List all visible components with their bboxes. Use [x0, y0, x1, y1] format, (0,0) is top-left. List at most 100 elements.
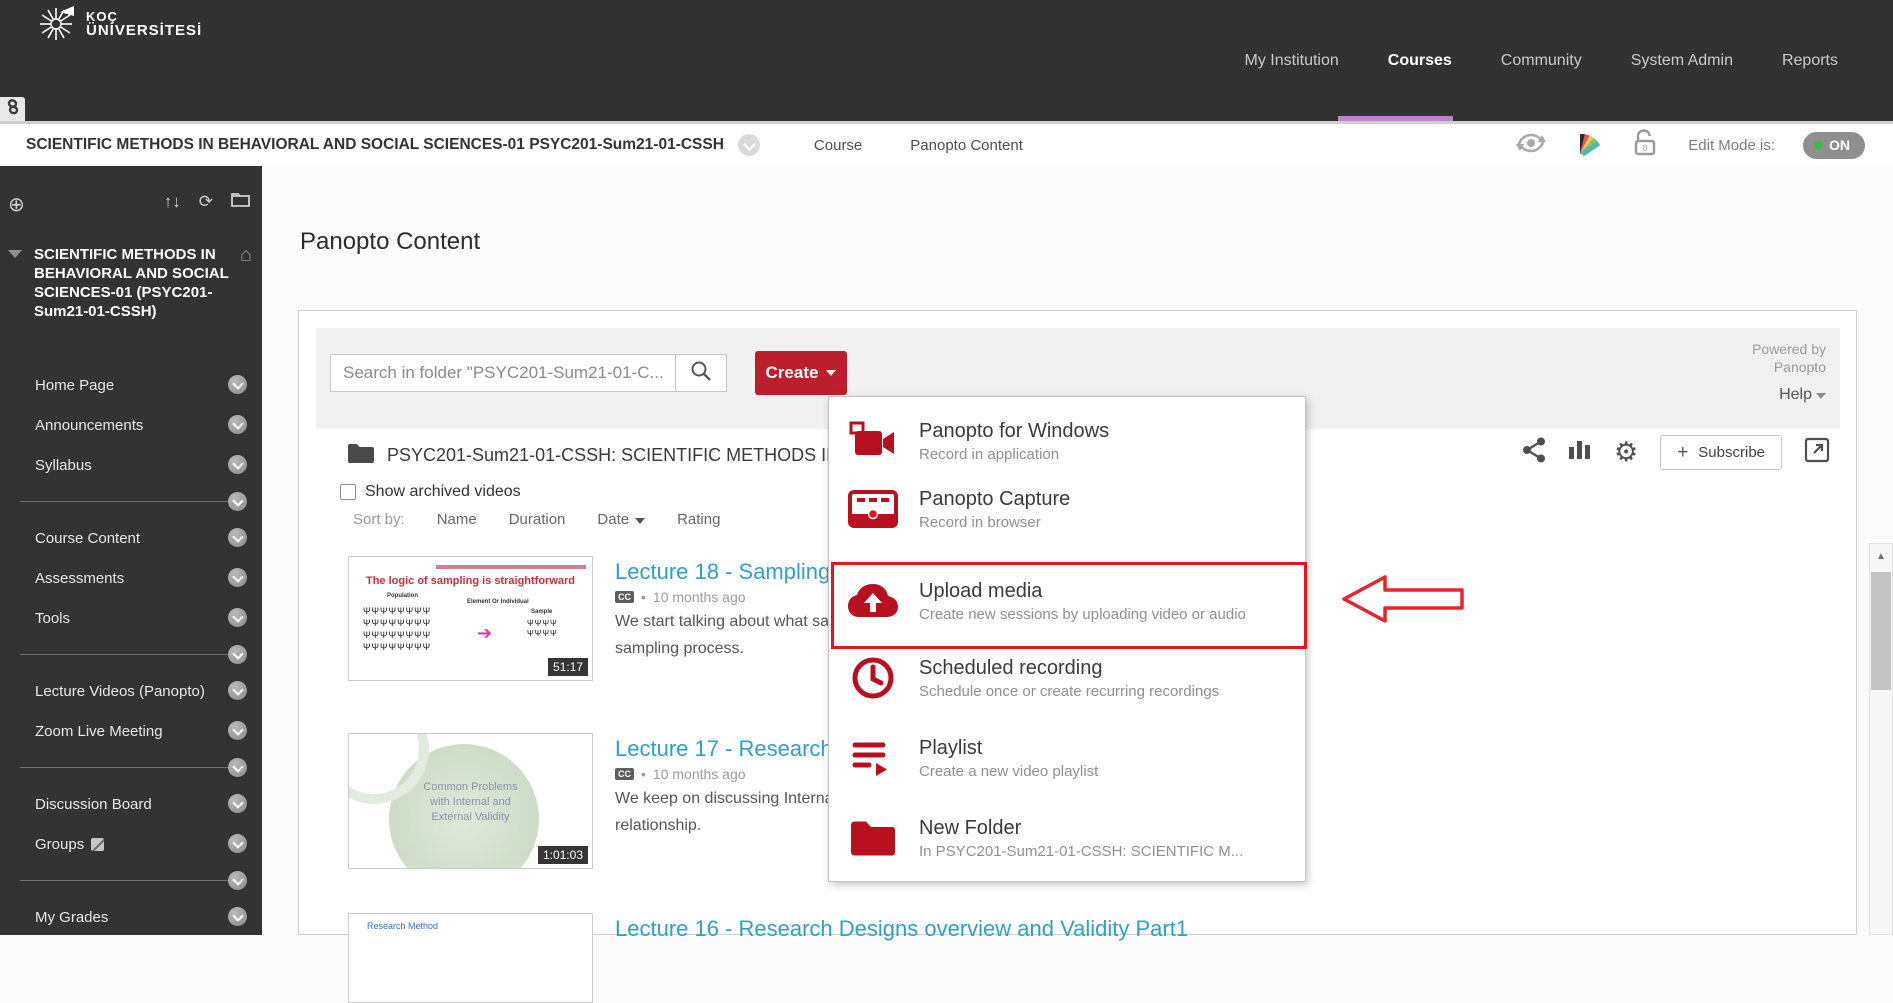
current-folder-header[interactable]: PSYC201-Sum21-01-CSSH: SCIENTIFIC METHOD…: [348, 443, 839, 468]
create-button[interactable]: Create: [755, 351, 847, 395]
stats-bar-chart-icon[interactable]: [1568, 437, 1592, 468]
sort-by-name[interactable]: Name: [437, 511, 477, 528]
add-menu-item-icon[interactable]: ⊕: [8, 192, 25, 217]
captions-badge: CC: [615, 768, 634, 780]
video-title-link[interactable]: Lecture 18 - Sampling: [615, 559, 830, 585]
chain-link-icon: [6, 99, 20, 120]
sidebar-item-announcements[interactable]: Announcements: [0, 405, 262, 445]
breadcrumb: SCIENTIFIC METHODS IN BEHAVIORAL AND SOC…: [26, 124, 1023, 166]
edit-mode-label: Edit Mode is:: [1688, 137, 1775, 154]
nav-tab-reports[interactable]: Reports: [1782, 52, 1838, 70]
divider-chevron-icon[interactable]: [228, 758, 247, 777]
breadcrumb-course-title: SCIENTIFIC METHODS IN BEHAVIORAL AND SOC…: [26, 136, 724, 154]
sidebar-item-discussion-board[interactable]: Discussion Board: [0, 784, 262, 824]
item-chevron-icon[interactable]: [228, 415, 247, 434]
menu-divider: [0, 638, 262, 671]
breadcrumb-expand-icon[interactable]: [738, 134, 760, 156]
menu-divider: [0, 864, 262, 897]
share-icon[interactable]: [1522, 437, 1546, 468]
nav-tab-system-admin[interactable]: System Admin: [1631, 52, 1733, 70]
menu-item-new-folder[interactable]: New Folder In PSYC201-Sum21-01-CSSH: SCI…: [829, 807, 1305, 869]
sort-by-date[interactable]: Date: [597, 511, 645, 528]
sidebar-item-assessments[interactable]: Assessments: [0, 558, 262, 598]
item-chevron-icon[interactable]: [228, 455, 247, 474]
create-dropdown-menu: Panopto for Windows Record in applicatio…: [828, 396, 1306, 882]
top-header: KOÇ ÜNİVERSİTESİ My Institution Courses …: [0, 0, 1893, 124]
sidebar-item-my-grades[interactable]: My Grades: [0, 897, 262, 937]
search-button[interactable]: [675, 354, 727, 392]
search-icon: [690, 360, 712, 387]
sort-by-duration[interactable]: Duration: [509, 511, 566, 528]
folder-actions: ⚙ + Subscribe: [1522, 435, 1830, 470]
divider-chevron-icon[interactable]: [228, 645, 247, 664]
caret-down-icon: [635, 518, 645, 524]
scrollbar-up-arrow[interactable]: ▲: [1870, 544, 1892, 569]
scrollbar-thumb[interactable]: [1871, 572, 1891, 690]
nav-tab-my-institution[interactable]: My Institution: [1245, 52, 1339, 70]
edit-mode-value: ON: [1829, 137, 1850, 153]
show-archived-checkbox[interactable]: [340, 484, 356, 500]
clock-icon: [845, 650, 901, 706]
unlocked-padlock-icon[interactable]: 0: [1630, 128, 1660, 163]
top-navigation: My Institution Courses Community System …: [1245, 52, 1839, 70]
item-chevron-icon[interactable]: [228, 794, 247, 813]
sort-by-rating[interactable]: Rating: [677, 511, 720, 528]
sidebar-item-syllabus[interactable]: Syllabus: [0, 445, 262, 485]
sidebar-item-course-content[interactable]: Course Content: [0, 518, 262, 558]
sidebar-item-zoom-live-meeting[interactable]: Zoom Live Meeting: [0, 711, 262, 751]
capture-browser-icon: [845, 481, 901, 537]
item-chevron-icon[interactable]: [228, 608, 247, 627]
menu-item-panopto-capture[interactable]: Panopto Capture Record in browser: [829, 479, 1305, 539]
item-chevron-icon[interactable]: [228, 568, 247, 587]
show-archived-row: Show archived videos: [340, 483, 521, 501]
item-chevron-icon[interactable]: [228, 528, 247, 547]
divider-chevron-icon[interactable]: [228, 871, 247, 890]
folder-view-icon[interactable]: [231, 192, 250, 213]
video-thumbnail[interactable]: Research Method: [348, 913, 593, 1003]
collapse-menu-arrow-icon[interactable]: [8, 250, 22, 258]
help-menu[interactable]: Help: [1779, 386, 1826, 404]
menu-item-upload-media[interactable]: Upload media Create new sessions by uplo…: [829, 569, 1305, 633]
sidebar-item-lecture-videos[interactable]: Lecture Videos (Panopto): [0, 671, 262, 711]
upload-cloud-icon: [845, 573, 901, 629]
item-chevron-icon[interactable]: [228, 375, 247, 394]
home-icon: ⌂: [240, 244, 252, 267]
refresh-icon[interactable]: ⟳: [199, 192, 213, 213]
student-preview-icon[interactable]: [1514, 130, 1548, 161]
sidebar-course-title[interactable]: SCIENTIFIC METHODS IN BEHAVIORAL AND SOC…: [34, 245, 230, 321]
show-archived-label: Show archived videos: [365, 483, 521, 501]
edit-mode-toggle[interactable]: ON: [1803, 132, 1865, 159]
menu-item-playlist[interactable]: Playlist Create a new video playlist: [829, 727, 1305, 789]
breadcrumb-link-course[interactable]: Course: [814, 137, 862, 154]
sidebar-item-groups[interactable]: Groups: [0, 824, 262, 864]
video-thumbnail[interactable]: Common Problems with Internal and Extern…: [348, 733, 593, 869]
video-meta: CC•10 months ago: [615, 766, 746, 782]
video-title-link[interactable]: Lecture 16 - Research Designs overview a…: [615, 916, 1188, 942]
folder-icon: [348, 443, 374, 468]
item-chevron-icon[interactable]: [228, 834, 247, 853]
breadcrumb-link-panopto-content[interactable]: Panopto Content: [910, 137, 1023, 154]
settings-gear-icon[interactable]: ⚙: [1614, 439, 1638, 466]
video-title-link[interactable]: Lecture 17 - Research: [615, 736, 833, 762]
divider-chevron-icon[interactable]: [228, 492, 247, 511]
theme-palette-icon[interactable]: [1576, 130, 1602, 161]
quick-links-tab[interactable]: [0, 97, 25, 121]
playlist-icon: [845, 730, 901, 786]
item-chevron-icon[interactable]: [228, 681, 247, 700]
menu-item-panopto-for-windows[interactable]: Panopto for Windows Record in applicatio…: [829, 411, 1305, 471]
video-camera-icon: [845, 413, 901, 469]
open-in-new-window-icon[interactable]: [1804, 437, 1830, 468]
video-thumbnail[interactable]: The logic of sampling is straightforward…: [348, 556, 593, 681]
sidebar-item-home-page[interactable]: Home Page: [0, 365, 262, 405]
reorder-icon[interactable]: ↑↓: [164, 192, 181, 213]
search-input[interactable]: [330, 354, 676, 392]
sidebar-item-tools[interactable]: Tools: [0, 598, 262, 638]
menu-item-scheduled-recording[interactable]: Scheduled recording Schedule once or cre…: [829, 647, 1305, 709]
nav-tab-community[interactable]: Community: [1501, 52, 1582, 70]
subscribe-button[interactable]: + Subscribe: [1660, 435, 1782, 470]
university-logo[interactable]: KOÇ ÜNİVERSİTESİ: [36, 4, 202, 45]
item-chevron-icon[interactable]: [228, 721, 247, 740]
panopto-list-scrollbar[interactable]: ▲: [1869, 543, 1893, 935]
item-chevron-icon[interactable]: [228, 907, 247, 926]
nav-tab-courses[interactable]: Courses: [1388, 52, 1452, 70]
